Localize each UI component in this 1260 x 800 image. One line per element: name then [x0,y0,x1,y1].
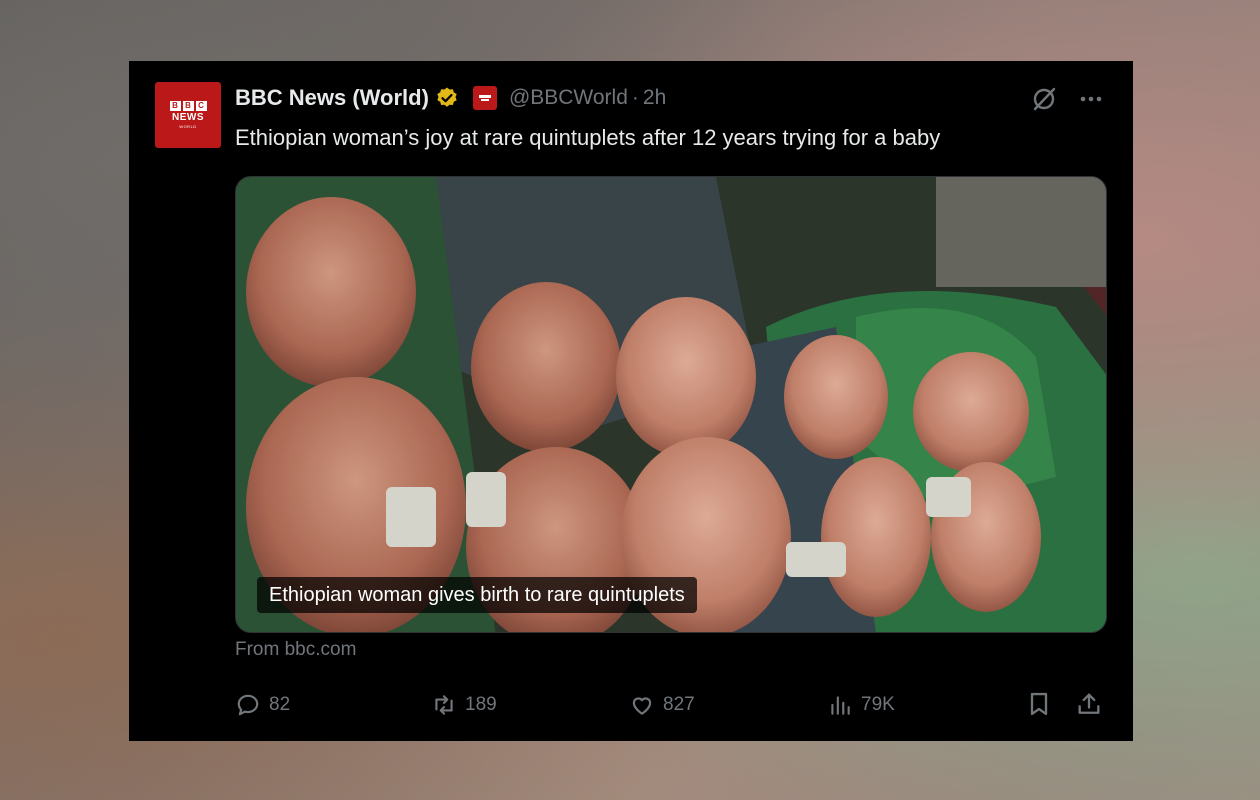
reply-count: 82 [269,694,291,715]
action-bar: 82 189 827 79K [235,685,1107,725]
separator-dot: · [631,86,639,109]
grok-icon[interactable] [1029,84,1059,114]
display-name[interactable]: BBC News (World) [235,85,429,111]
repost-count: 189 [465,694,497,715]
more-icon[interactable] [1075,85,1107,113]
like-button[interactable]: 827 [629,685,695,725]
media-image [236,177,1106,632]
views-icon [831,696,850,715]
tweet-header: BBC News (World) @BBCWorld · 2h [235,83,666,113]
avatar-news-text: NEWS [172,112,204,123]
media-caption: Ethiopian woman gives birth to rare quin… [257,577,697,613]
tweet-text: Ethiopian woman’s joy at rare quintuplet… [235,125,941,150]
repost-button[interactable]: 189 [431,685,497,725]
link-source[interactable]: From bbc.com [235,639,356,661]
views-count: 79K [861,694,895,715]
avatar-world-text: WORLD [179,124,197,129]
bookmark-icon[interactable] [1025,690,1053,718]
affiliate-badge-icon[interactable] [472,86,497,110]
like-count: 827 [663,694,695,715]
reply-icon [237,694,259,716]
repost-icon [435,695,453,715]
bbc-block: B [182,101,194,111]
share-icon[interactable] [1075,690,1103,718]
bbc-logo-blocks: B B C [169,101,207,111]
views-button[interactable]: 79K [827,685,895,725]
verified-badge-icon[interactable] [435,86,459,110]
avatar[interactable]: B B C NEWS WORLD [155,82,221,148]
reply-button[interactable]: 82 [235,685,290,725]
bbc-block: C [195,101,207,111]
bbc-block: B [169,101,181,111]
tweet-card[interactable]: B B C NEWS WORLD BBC News (World) @BBCWo… [129,61,1133,741]
handle[interactable]: @BBCWorld [509,86,628,110]
like-icon [632,697,652,715]
tweet-media-card[interactable]: Ethiopian woman gives birth to rare quin… [235,176,1107,633]
timestamp[interactable]: 2h [643,86,666,110]
